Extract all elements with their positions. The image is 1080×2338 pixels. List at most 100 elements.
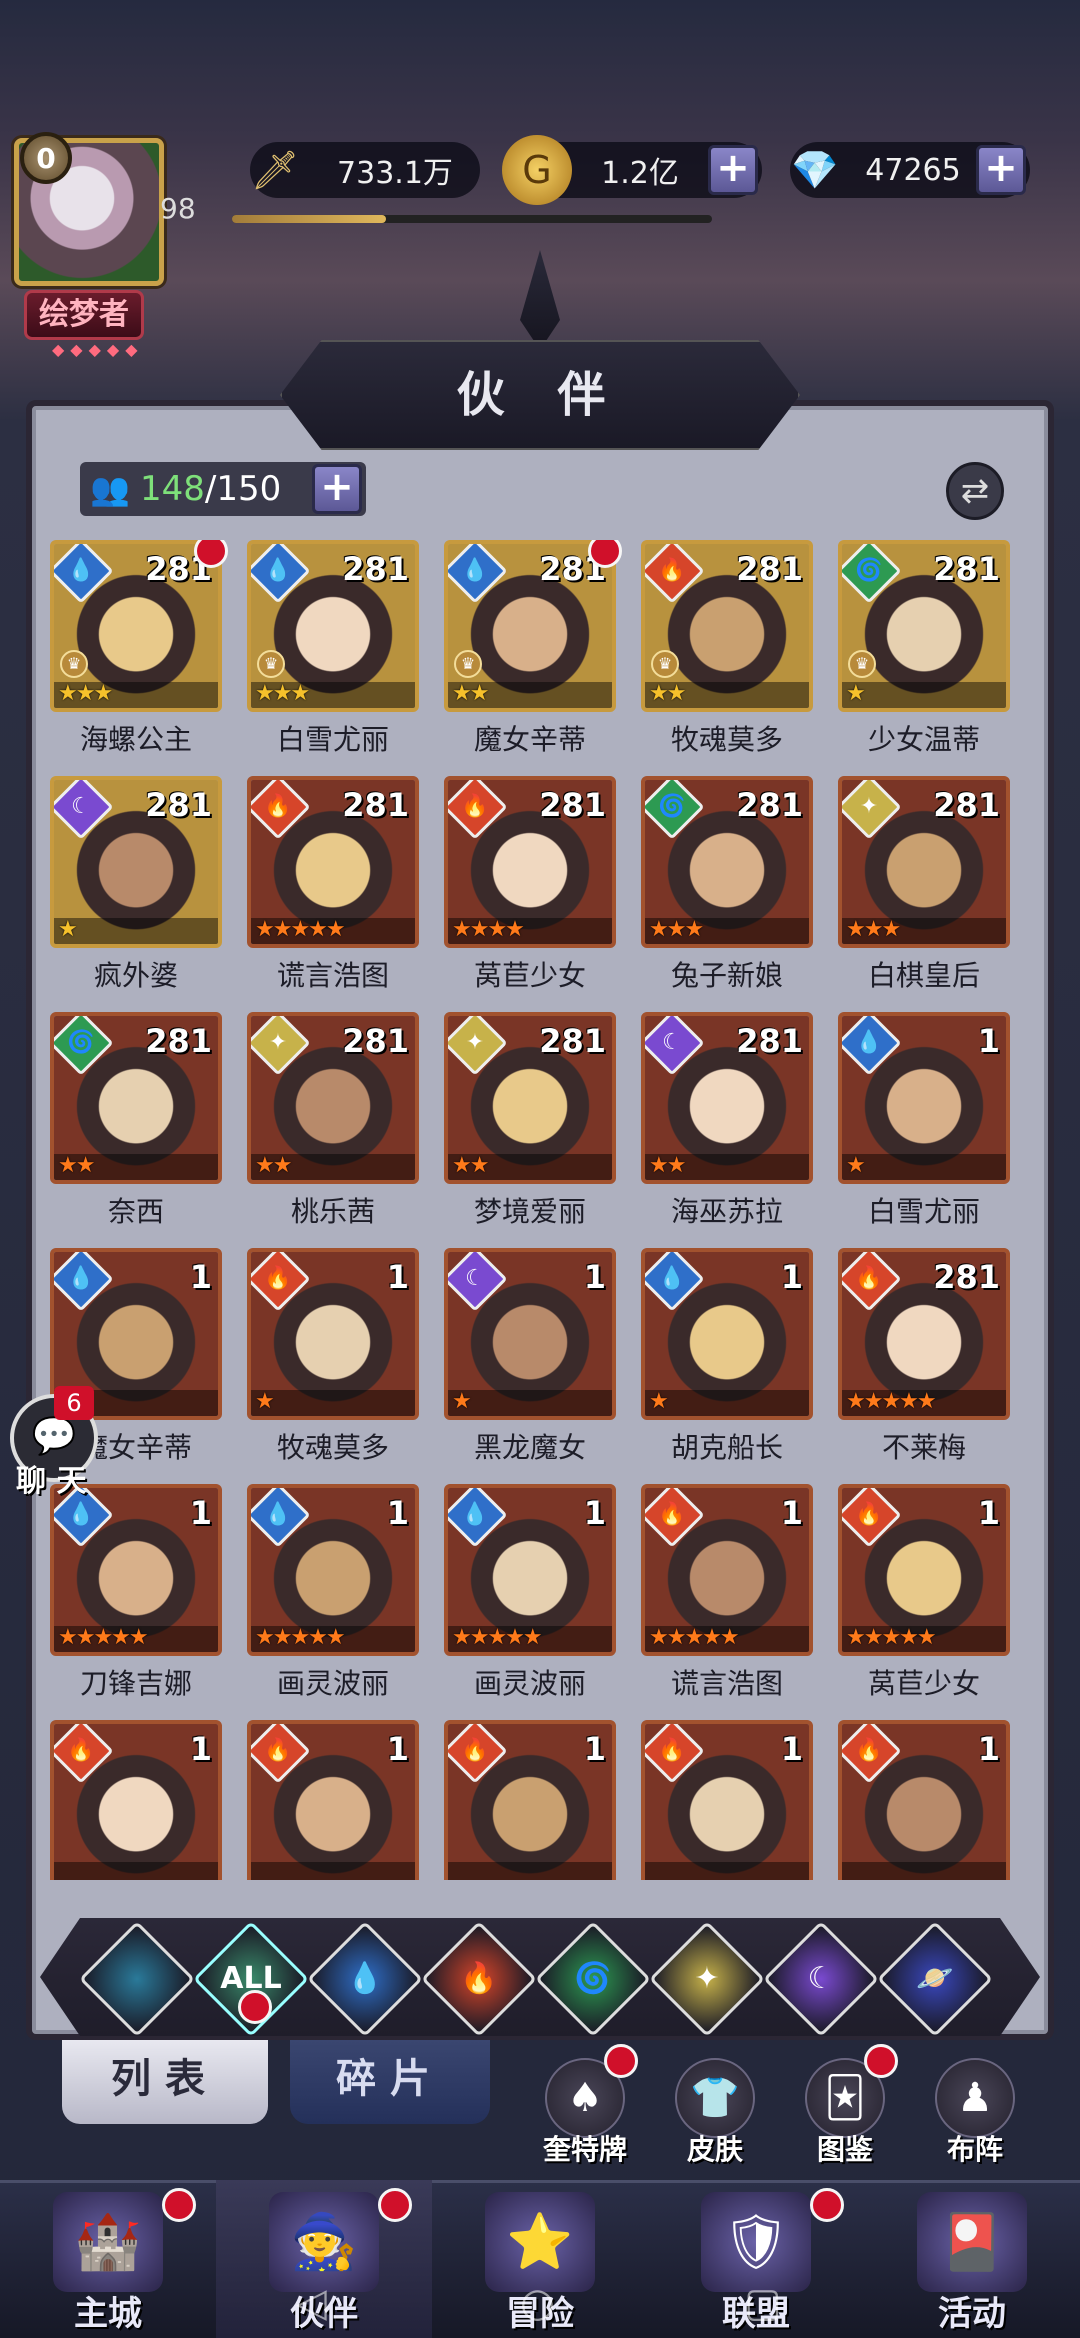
gold-value: 1.2亿 — [601, 156, 679, 191]
chat-label: 聊 天 — [16, 1464, 87, 1499]
partner-card[interactable]: ✦ 281 ★★ 梦境爱丽 — [444, 1012, 616, 1230]
tool-button-0[interactable]: ♠ 奎特牌 — [530, 2044, 640, 2168]
add-gold-button[interactable]: + — [708, 145, 758, 195]
partner-card[interactable]: 🔥 1 — [50, 1720, 222, 1880]
star-rating: ★★★★★ — [846, 1389, 937, 1414]
partner-card[interactable]: 🔥 281 ★★ ♛ 牧魂莫多 — [641, 540, 813, 758]
partner-level: 1 — [386, 1494, 409, 1532]
tool-button-1[interactable]: 👕 皮肤 — [660, 2058, 770, 2168]
tool-button-2[interactable]: 🃏 图鉴 — [790, 2044, 900, 2168]
diamond-icon: 💎 — [791, 147, 839, 192]
star-rating: ★ — [846, 1153, 866, 1178]
partner-card[interactable]: ✦ 281 ★★ 桃乐茜 — [247, 1012, 419, 1230]
tab-list[interactable]: 列表 — [62, 2040, 268, 2124]
partner-level: 1 — [189, 1494, 212, 1532]
partner-card[interactable]: 💧 1 ★ 胡克船长 — [641, 1248, 813, 1466]
partner-name: 刀锋吉娜 — [79, 1667, 192, 1700]
partner-level: 281 — [933, 786, 1000, 824]
xp-bar — [232, 215, 712, 223]
tool-button-3[interactable]: ♟ 布阵 — [920, 2058, 1030, 2168]
star-rating: ★ — [58, 917, 78, 942]
partner-card[interactable]: 🔥 1 — [444, 1720, 616, 1880]
partner-card[interactable]: 💧 1 ★★★★★ 画灵波丽 — [444, 1484, 616, 1702]
crown-icon: ♛ — [848, 650, 876, 678]
partner-portrait: 🔥 1 — [50, 1720, 222, 1880]
partner-portrait: ✦ 281 ★★ — [247, 1012, 419, 1184]
partner-card[interactable]: 💧 281 ★★★ ♛ 海螺公主 — [50, 540, 228, 758]
partner-card[interactable]: 🌀 281 ★★★ 兔子新娘 — [641, 776, 813, 994]
partner-level: 1 — [977, 1022, 1000, 1060]
star-rating: ★ — [452, 1389, 472, 1414]
partner-name: 画灵波丽 — [473, 1667, 586, 1700]
tool-label: 皮肤 — [686, 2133, 743, 2166]
partner-card[interactable]: 🔥 281 ★★★★★ 不莱梅 — [838, 1248, 1010, 1466]
partner-card[interactable]: 💧 1 ★ 白雪尤丽 — [838, 1012, 1010, 1230]
title-badge[interactable]: 绘梦者 — [24, 290, 144, 340]
chat-button[interactable]: 💬 6 聊 天 — [10, 1386, 100, 1504]
partner-card[interactable]: ☾ 281 ★ 疯外婆 — [50, 776, 222, 994]
partner-card[interactable]: 🔥 281 ★★★★ 莴苣少女 — [444, 776, 616, 994]
tab-fragments[interactable]: 碎片 — [290, 2040, 490, 2124]
expand-slots-button[interactable]: + — [312, 464, 362, 514]
partner-level: 1 — [583, 1730, 606, 1768]
partner-name: 白雪尤丽 — [276, 723, 389, 756]
add-diamond-button[interactable]: + — [976, 145, 1026, 195]
partner-card[interactable]: 🌀 281 ★★ 奈西 — [50, 1012, 222, 1230]
tool-notification-dot — [864, 2044, 898, 2078]
nav-item-0[interactable]: 🏰 主城 — [0, 2180, 216, 2338]
partner-name: 胡克船长 — [670, 1431, 783, 1464]
partner-portrait: 🔥 281 ★★★★ — [444, 776, 616, 948]
star-rating: ★★ — [452, 681, 489, 706]
partner-card[interactable]: 🔥 1 — [247, 1720, 419, 1880]
partner-card[interactable]: 💧 281 ★★★ ♛ 白雪尤丽 — [247, 540, 419, 758]
sword-icon: 🗡 — [250, 147, 300, 192]
partner-card[interactable]: 💧 281 ★★ ♛ 魔女辛蒂 — [444, 540, 622, 758]
partner-card[interactable]: 💧 1 ★★★★★ 刀锋吉娜 — [50, 1484, 222, 1702]
power-display: 🗡 733.1万 — [250, 142, 480, 198]
partner-portrait: 🌀 281 ★★ — [50, 1012, 222, 1184]
partner-level: 281 — [933, 550, 1000, 588]
star-strip — [842, 1862, 1006, 1880]
partner-card[interactable]: 🔥 1 — [838, 1720, 1010, 1880]
sort-toggle-button[interactable]: ⇄ — [946, 462, 1004, 520]
star-rating: ★★★ — [649, 917, 704, 942]
system-home-icon[interactable]: ○ — [520, 2280, 555, 2326]
gold-coin-icon: G — [502, 135, 572, 205]
partner-level: 281 — [736, 550, 803, 588]
star-strip — [645, 1390, 809, 1416]
system-recents-icon[interactable]: ▢ — [744, 2280, 782, 2326]
partner-level: 281 — [539, 786, 606, 824]
partner-card[interactable]: 🔥 1 ★ 牧魂莫多 — [247, 1248, 419, 1466]
player-level: 98 — [160, 192, 196, 225]
vip-badge[interactable]: 0 — [20, 132, 72, 184]
partner-card[interactable]: 🔥 1 ★★★★★ 莴苣少女 — [838, 1484, 1010, 1702]
partner-portrait: 🔥 1 — [444, 1720, 616, 1880]
star-rating: ★★★★★ — [649, 1625, 740, 1650]
vip-level: 0 — [36, 141, 56, 175]
xp-fill — [232, 215, 386, 223]
partner-card[interactable]: 🔥 1 ★★★★★ 谎言浩图 — [641, 1484, 813, 1702]
partner-card[interactable]: 🌀 281 ★ ♛ 少女温蒂 — [838, 540, 1010, 758]
nav-item-4[interactable]: 🎴 活动 — [864, 2180, 1080, 2338]
nav-notification-dot — [378, 2188, 412, 2222]
system-back-icon[interactable]: ◁ — [296, 2280, 327, 2326]
nav-label: 主城 — [74, 2294, 142, 2334]
partner-level: 1 — [583, 1494, 606, 1532]
tool-label: 布阵 — [946, 2133, 1003, 2166]
partner-card[interactable]: 🔥 1 — [641, 1720, 813, 1880]
partner-level: 1 — [189, 1258, 212, 1296]
partner-portrait: ☾ 281 ★ — [50, 776, 222, 948]
partner-portrait: 🔥 281 ★★★★★ — [247, 776, 419, 948]
nav-icon: 🧙 — [269, 2192, 379, 2292]
partner-card[interactable]: 💧 1 ★★★★★ 画灵波丽 — [247, 1484, 419, 1702]
star-rating: ★★ — [649, 681, 686, 706]
partner-card[interactable]: ✦ 281 ★★★ 白棋皇后 — [838, 776, 1010, 994]
notification-dot — [588, 540, 622, 568]
partner-card[interactable]: ☾ 1 ★ 黑龙魔女 — [444, 1248, 616, 1466]
partner-portrait: 💧1★ — [838, 1012, 1010, 1184]
partner-level: 281 — [342, 550, 409, 588]
star-strip — [448, 1862, 612, 1880]
partner-card[interactable]: ☾ 281 ★★ 海巫苏拉 — [641, 1012, 813, 1230]
partner-card[interactable]: 🔥 281 ★★★★★ 谎言浩图 — [247, 776, 419, 994]
partner-portrait: 💧 281 ★★ ♛ — [444, 540, 616, 712]
